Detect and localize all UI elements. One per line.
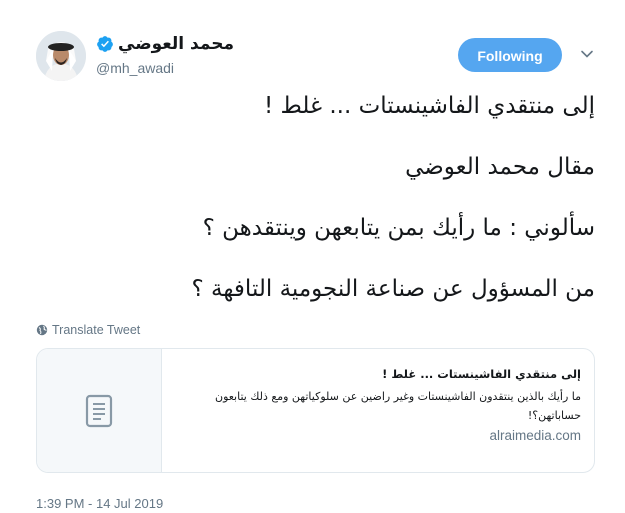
chevron-down-icon[interactable] — [580, 46, 594, 60]
tweet-header: محمد العوضي @mh_awadi Following — [0, 0, 625, 90]
following-button[interactable]: Following — [458, 38, 562, 72]
card-body: إلى منتقدي الفاشينستات ... غلط ! ما رأيك… — [162, 349, 594, 472]
display-name[interactable]: محمد العوضي — [118, 34, 234, 54]
card-domain: alraimedia.com — [489, 428, 581, 443]
tweet-line: مقال محمد العوضي — [405, 154, 595, 180]
tweet-line: إلى منتقدي الفاشينستات ... غلط ! — [264, 93, 595, 119]
translate-tweet-link[interactable]: Translate Tweet — [36, 323, 140, 337]
card-title: إلى منتقدي الفاشينستات ... غلط ! — [382, 367, 581, 381]
verified-badge-icon — [96, 35, 114, 53]
link-card[interactable]: إلى منتقدي الفاشينستات ... غلط ! ما رأيك… — [36, 348, 595, 473]
tweet-line: سألوني : ما رأيك بمن يتابعهن وينتقدهن ؟ — [202, 215, 595, 241]
card-description: ما رأيك بالذين ينتقدون الفاشينستات وغير … — [214, 390, 581, 422]
card-thumbnail — [37, 349, 162, 472]
globe-icon — [36, 324, 48, 336]
tweet-text: إلى منتقدي الفاشينستات ... غلط ! مقال مح… — [35, 92, 595, 336]
translate-label[interactable]: Translate Tweet — [52, 323, 140, 337]
avatar[interactable] — [36, 31, 86, 81]
name-row: محمد العوضي — [96, 34, 234, 54]
avatar-image — [36, 31, 86, 81]
tweet-line: من المسؤول عن صناعة النجومية التافهة ؟ — [191, 276, 595, 302]
tweet-timestamp[interactable]: 1:39 PM - 14 Jul 2019 — [36, 496, 163, 511]
user-handle[interactable]: @mh_awadi — [96, 60, 174, 76]
document-icon — [85, 394, 113, 427]
